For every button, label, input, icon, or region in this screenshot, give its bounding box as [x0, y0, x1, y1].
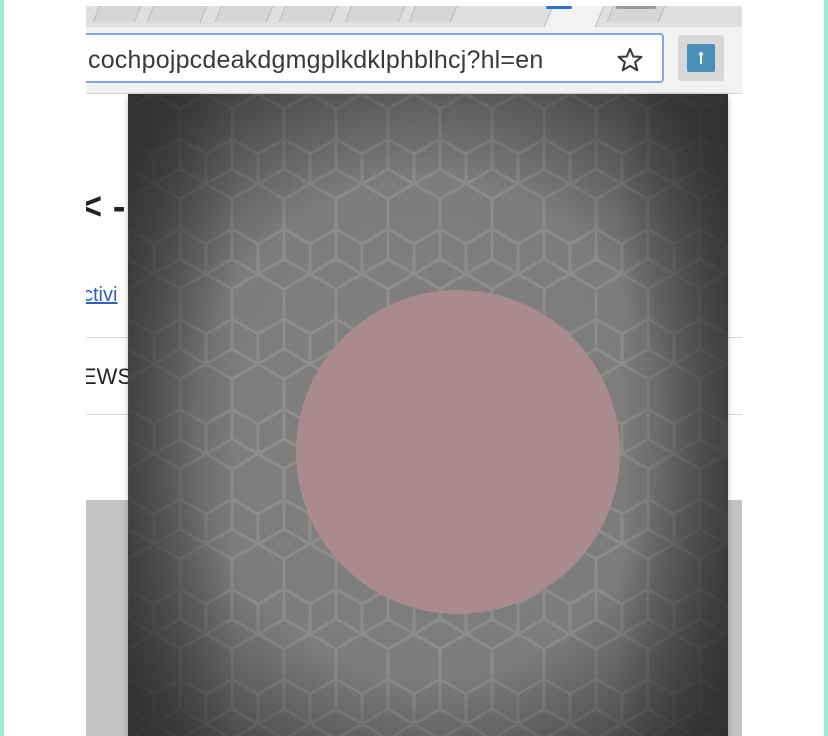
browser-tab[interactable] — [408, 6, 458, 22]
browser-toolbar: cochpojpcdeakdgmgplkdklphblhcj?hl=en — [86, 27, 742, 94]
active-browser-tab[interactable] — [543, 6, 605, 27]
browser-tab[interactable] — [146, 6, 208, 22]
extension-button[interactable] — [678, 35, 724, 81]
extension-popup — [128, 94, 728, 736]
browser-tab[interactable] — [92, 6, 142, 22]
browser-tab[interactable] — [278, 6, 338, 22]
tab-favicon-icon — [616, 6, 656, 9]
record-button[interactable] — [296, 290, 620, 614]
star-icon[interactable] — [616, 46, 644, 74]
tab-strip — [86, 0, 742, 27]
address-bar[interactable]: cochpojpcdeakdgmgplkdklphblhcj?hl=en — [86, 33, 664, 83]
address-bar-url[interactable]: cochpojpcdeakdgmgplkdklphblhcj?hl=en — [88, 46, 543, 75]
browser-tab[interactable] — [344, 6, 406, 22]
nav-tab-label[interactable]: EWS — [86, 364, 132, 390]
page-link[interactable]: ctivi — [86, 284, 117, 307]
tab-favicon-icon — [546, 6, 572, 9]
extension-icon — [687, 44, 715, 72]
page-heading: < - — [86, 186, 126, 228]
browser-tab[interactable] — [214, 6, 274, 22]
